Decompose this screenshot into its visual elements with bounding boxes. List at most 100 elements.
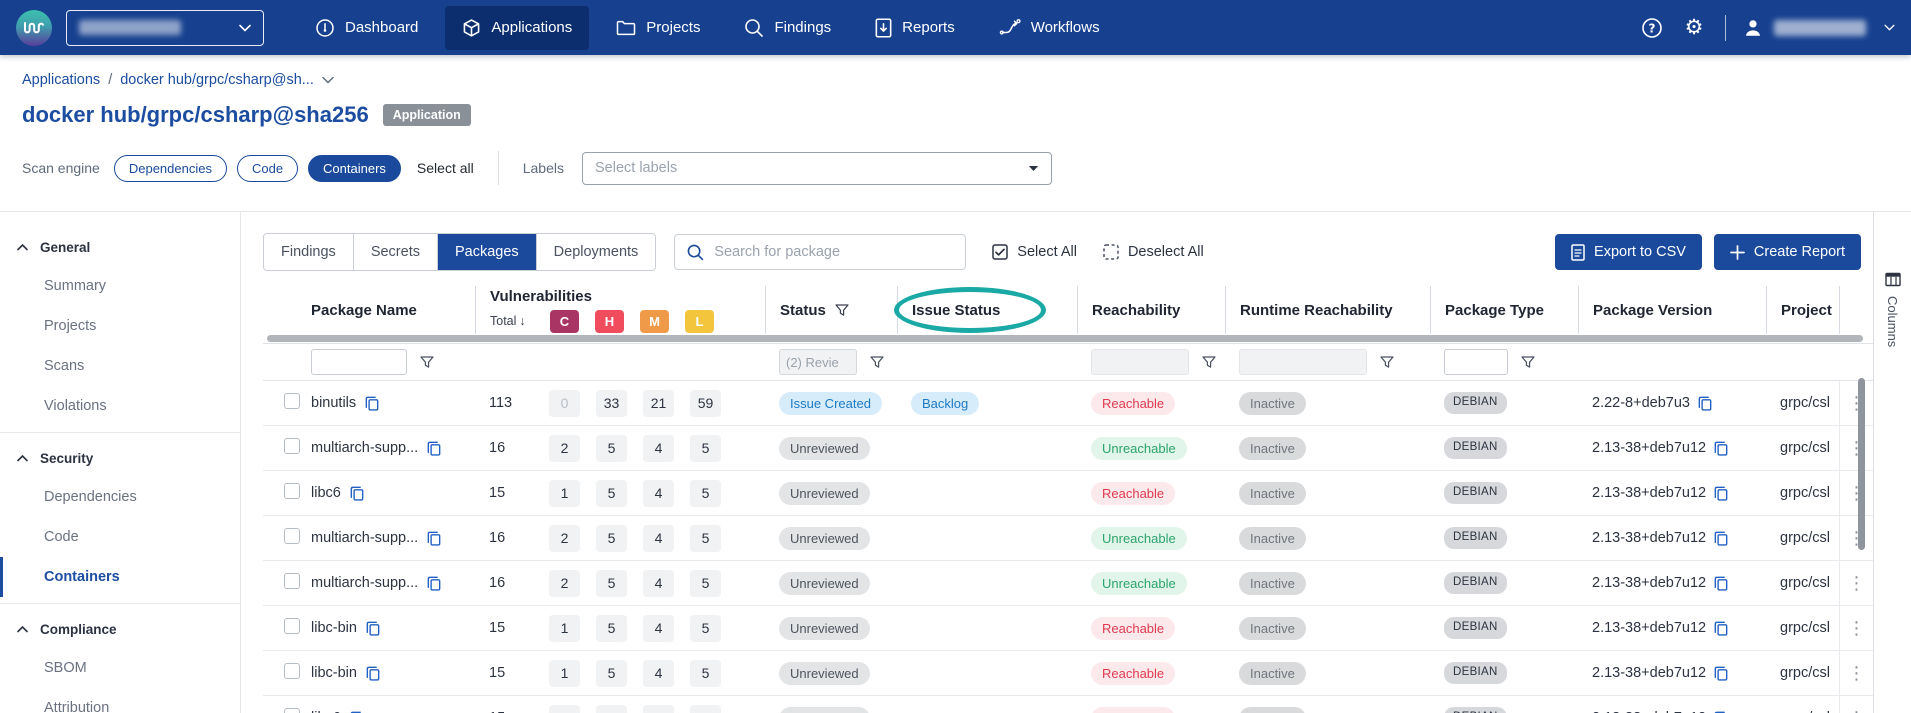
row-checkbox[interactable] — [284, 528, 300, 544]
horizontal-scrollbar[interactable] — [263, 334, 1873, 343]
sidebar-item-dependencies[interactable]: Dependencies — [0, 477, 240, 517]
nav-findings[interactable]: Findings — [727, 6, 848, 50]
package-name-link[interactable]: libc-bin — [311, 665, 357, 681]
labels-select-dropdown[interactable]: Select labels — [582, 152, 1052, 185]
copy-icon[interactable] — [365, 396, 379, 411]
status-badge[interactable]: Issue Created — [779, 392, 882, 415]
header-reachability[interactable]: Reachability — [1077, 286, 1225, 334]
filter-funnel-icon[interactable] — [1202, 356, 1216, 369]
status-badge[interactable]: Unreviewed — [779, 662, 870, 685]
header-project[interactable]: Project — [1766, 286, 1839, 334]
nav-applications[interactable]: Applications — [445, 6, 589, 50]
scan-select-all-link[interactable]: Select all — [417, 160, 474, 176]
copy-icon[interactable] — [427, 576, 441, 591]
row-checkbox[interactable] — [284, 618, 300, 634]
status-badge[interactable]: Unreviewed — [779, 527, 870, 550]
package-name-link[interactable]: multiarch-supp... — [311, 575, 418, 591]
copy-icon[interactable] — [1714, 576, 1728, 591]
scan-pill-code[interactable]: Code — [237, 155, 298, 182]
row-checkbox[interactable] — [284, 663, 300, 679]
search-input[interactable] — [714, 244, 953, 260]
copy-icon[interactable] — [350, 486, 364, 501]
copy-icon[interactable] — [427, 441, 441, 456]
filter-funnel-icon[interactable] — [420, 356, 434, 369]
sidebar-section-compliance[interactable]: Compliance — [0, 610, 240, 648]
header-issue-status[interactable]: Issue Status — [897, 286, 1077, 334]
nav-projects[interactable]: Projects — [599, 6, 717, 50]
columns-rail-toggle[interactable]: Columns — [1873, 212, 1911, 713]
deselect-all-button[interactable]: Deselect All — [1103, 244, 1204, 260]
row-checkbox[interactable] — [284, 393, 300, 409]
severity-medium-badge[interactable]: M — [640, 310, 669, 333]
row-menu-kebab-icon[interactable]: ⋮ — [1848, 664, 1866, 682]
issue-status-badge[interactable]: Backlog — [911, 392, 979, 415]
package-name-link[interactable]: multiarch-supp... — [311, 440, 418, 456]
nav-dashboard[interactable]: Dashboard — [298, 6, 435, 50]
filter-funnel-icon[interactable] — [835, 304, 849, 317]
tab-findings[interactable]: Findings — [264, 234, 353, 270]
scan-pill-dependencies[interactable]: Dependencies — [114, 155, 227, 182]
row-menu-kebab-icon[interactable]: ⋮ — [1848, 709, 1866, 713]
sidebar-item-sbom[interactable]: SBOM — [0, 648, 240, 688]
status-badge[interactable]: Unreviewed — [779, 482, 870, 505]
sidebar-section-security[interactable]: Security — [0, 439, 240, 477]
header-status[interactable]: Status — [765, 286, 897, 334]
copy-icon[interactable] — [1714, 531, 1728, 546]
package-name-link[interactable]: libc-bin — [311, 620, 357, 636]
runtime-reachability-filter-input[interactable] — [1239, 349, 1367, 375]
environment-select[interactable] — [66, 10, 264, 46]
header-vulnerabilities[interactable]: Vulnerabilities Total ↓ C H M L — [475, 286, 765, 334]
row-menu-kebab-icon[interactable]: ⋮ — [1848, 574, 1866, 592]
package-search[interactable] — [674, 234, 966, 270]
app-logo-icon[interactable] — [16, 10, 52, 46]
filter-funnel-icon[interactable] — [1521, 356, 1535, 369]
sidebar-item-projects[interactable]: Projects — [0, 306, 240, 346]
export-csv-button[interactable]: Export to CSV — [1555, 234, 1702, 270]
status-badge[interactable]: Unreviewed — [779, 572, 870, 595]
copy-icon[interactable] — [366, 621, 380, 636]
sidebar-item-attribution[interactable]: Attribution — [0, 688, 240, 713]
sidebar-item-containers[interactable]: Containers — [0, 557, 240, 597]
header-package-type[interactable]: Package Type — [1430, 286, 1578, 334]
package-name-link[interactable]: multiarch-supp... — [311, 530, 418, 546]
header-package-version[interactable]: Package Version — [1578, 286, 1766, 334]
breadcrumb-applications-link[interactable]: Applications — [22, 71, 100, 89]
status-badge[interactable]: Unreviewed — [779, 707, 870, 713]
breadcrumb-current[interactable]: docker hub/grpc/csharp@sh... — [120, 71, 314, 89]
nav-workflows[interactable]: Workflows — [982, 6, 1117, 50]
create-report-button[interactable]: Create Report — [1714, 234, 1861, 270]
copy-icon[interactable] — [427, 531, 441, 546]
row-checkbox[interactable] — [284, 438, 300, 454]
package-name-filter-input[interactable] — [311, 349, 407, 375]
help-icon[interactable]: ? — [1637, 13, 1667, 43]
status-badge[interactable]: Unreviewed — [779, 617, 870, 640]
package-type-filter-input[interactable] — [1444, 349, 1508, 375]
row-checkbox[interactable] — [284, 483, 300, 499]
sidebar-item-scans[interactable]: Scans — [0, 346, 240, 386]
row-menu-kebab-icon[interactable]: ⋮ — [1848, 619, 1866, 637]
copy-icon[interactable] — [1714, 666, 1728, 681]
tab-packages[interactable]: Packages — [437, 234, 536, 270]
scan-pill-containers[interactable]: Containers — [308, 155, 401, 182]
status-badge[interactable]: Unreviewed — [779, 437, 870, 460]
status-filter-chip[interactable]: (2) Revie — [779, 349, 857, 375]
sidebar-section-general[interactable]: General — [0, 228, 240, 266]
severity-high-badge[interactable]: H — [595, 310, 624, 333]
sidebar-item-violations[interactable]: Violations — [0, 386, 240, 426]
tab-secrets[interactable]: Secrets — [353, 234, 437, 270]
package-name-link[interactable]: libc6 — [311, 485, 341, 501]
sidebar-item-summary[interactable]: Summary — [0, 266, 240, 306]
copy-icon[interactable] — [1714, 486, 1728, 501]
severity-critical-badge[interactable]: C — [550, 310, 579, 333]
package-name-link[interactable]: binutils — [311, 395, 356, 411]
filter-funnel-icon[interactable] — [870, 356, 884, 369]
chevron-down-icon[interactable] — [322, 76, 334, 84]
header-package-name[interactable]: Package Name — [305, 286, 475, 334]
filter-funnel-icon[interactable] — [1380, 356, 1394, 369]
sidebar-item-code[interactable]: Code — [0, 517, 240, 557]
copy-icon[interactable] — [1714, 441, 1728, 456]
copy-icon[interactable] — [366, 666, 380, 681]
reachability-filter-input[interactable] — [1091, 349, 1189, 375]
horizontal-scrollbar-thumb[interactable] — [267, 335, 1863, 342]
header-runtime-reachability[interactable]: Runtime Reachability — [1225, 286, 1430, 334]
